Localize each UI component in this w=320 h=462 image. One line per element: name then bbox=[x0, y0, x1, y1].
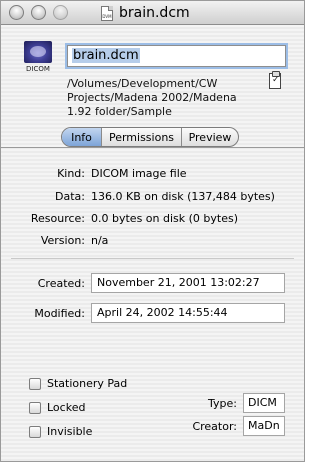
tab-info[interactable]: Info bbox=[62, 128, 102, 146]
resource-label: Resource: bbox=[30, 212, 85, 225]
zoom-button[interactable] bbox=[53, 5, 68, 20]
close-button[interactable] bbox=[9, 5, 24, 20]
file-name-value[interactable]: brain.dcm bbox=[72, 48, 140, 63]
stationery-pad-checkbox[interactable]: Stationery Pad bbox=[29, 377, 127, 390]
version-label: Version: bbox=[40, 234, 85, 247]
kind-label: Kind: bbox=[57, 167, 85, 180]
checkbox-box[interactable] bbox=[29, 401, 41, 414]
data-label: Data: bbox=[55, 190, 85, 203]
file-icon: DICOM bbox=[24, 41, 52, 75]
window-title-group: DVM brain.dcm bbox=[101, 4, 190, 22]
document-proxy-icon[interactable]: DVM bbox=[101, 5, 113, 21]
invisible-checkbox[interactable]: Invisible bbox=[29, 425, 92, 438]
creator-label: Creator: bbox=[192, 420, 237, 433]
proxy-icon-label: DVM bbox=[102, 13, 112, 19]
invisible-label: Invisible bbox=[47, 425, 93, 438]
section-divider bbox=[11, 258, 294, 259]
path-line: /Volumes/Development/CW bbox=[67, 77, 218, 90]
file-icon-label: DICOM bbox=[26, 65, 50, 73]
resource-value: 0.0 bytes on disk (0 bytes) bbox=[91, 212, 239, 225]
created-field[interactable]: November 21, 2001 13:02:27 bbox=[91, 273, 285, 293]
get-info-window: DVM brain.dcm DICOM brain.dcm /Volumes/D… bbox=[0, 0, 305, 462]
checkbox-box[interactable] bbox=[29, 425, 41, 438]
clipboard-icon[interactable] bbox=[269, 71, 281, 89]
checkbox-box[interactable] bbox=[29, 377, 41, 390]
title-bar[interactable]: DVM brain.dcm bbox=[1, 1, 304, 25]
type-field[interactable]: DICM bbox=[243, 393, 285, 413]
tab-permissions[interactable]: Permissions bbox=[102, 128, 182, 146]
tab-preview[interactable]: Preview bbox=[182, 128, 238, 146]
created-label: Created: bbox=[37, 277, 85, 290]
brain-scan-icon bbox=[24, 41, 52, 63]
kind-value: DICOM image file bbox=[91, 167, 187, 180]
path-line: 1.92 folder/Sample bbox=[67, 105, 172, 118]
version-value: n/a bbox=[91, 234, 109, 247]
stationery-pad-label: Stationery Pad bbox=[47, 377, 128, 390]
path-line: Projects/Madena 2002/Madena bbox=[67, 91, 237, 104]
creator-field[interactable]: MaDn bbox=[243, 416, 285, 436]
modified-label: Modified: bbox=[34, 307, 85, 320]
type-label: Type: bbox=[208, 397, 237, 410]
modified-field[interactable]: April 24, 2002 14:55:44 bbox=[91, 303, 285, 323]
file-path: /Volumes/Development/CW Projects/Madena … bbox=[67, 77, 267, 119]
info-panel: Kind: DICOM image file Data: 136.0 KB on… bbox=[1, 148, 304, 462]
locked-label: Locked bbox=[47, 401, 86, 414]
window-title: brain.dcm bbox=[119, 5, 190, 21]
file-name-field[interactable]: brain.dcm bbox=[67, 45, 286, 67]
minimize-button[interactable] bbox=[31, 5, 46, 20]
locked-checkbox[interactable]: Locked bbox=[29, 401, 85, 414]
tab-bar: Info Permissions Preview bbox=[61, 127, 239, 147]
data-value: 136.0 KB on disk (137,484 bytes) bbox=[91, 190, 275, 203]
